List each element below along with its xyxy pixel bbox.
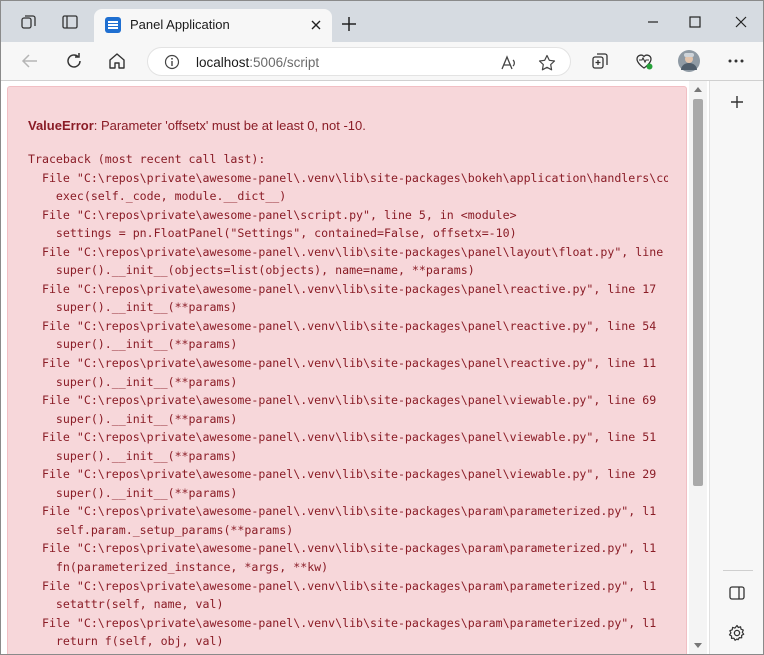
close-icon[interactable] [308,17,324,33]
traceback: Traceback (most recent call last): File … [28,150,668,654]
add-icon[interactable] [727,92,747,112]
traceback-line: File "C:\repos\private\awesome-panel\.ve… [28,651,668,654]
navigation-bar: localhost:5006/script [1,42,763,81]
traceback-line: settings = pn.FloatPanel("Settings", con… [28,226,517,241]
read-aloud-icon[interactable] [498,53,518,73]
traceback-line: File "C:\repos\private\awesome-panel\.ve… [28,318,657,333]
edge-sidebar [709,81,763,654]
traceback-line: Traceback (most recent call last): [28,152,266,166]
traceback-line: File "C:\repos\private\awesome-panel\.ve… [28,393,657,408]
traceback-line: super().__init__(**params) [28,485,238,500]
tab-bar: Panel Application [1,1,763,42]
traceback-line: File "C:\repos\private\awesome-panel\.ve… [28,541,657,556]
traceback-line: return f(self, obj, val) [28,634,224,649]
error-type: ValueError [28,118,94,133]
tab-actions-icon[interactable] [59,11,81,33]
traceback-line: File "C:\repos\private\awesome-panel\.ve… [28,356,657,371]
traceback-line: File "C:\repos\private\awesome-panel\.ve… [41,170,668,185]
traceback-line: super().__init__(objects=list(objects), … [28,263,475,278]
traceback-line: File "C:\repos\private\awesome-panel\.ve… [28,615,657,630]
traceback-line: exec(self._code, module.__dict__) [28,189,287,204]
traceback-line: File "C:\repos\private\awesome-panel\.ve… [28,578,657,593]
traceback-line: super().__init__(**params) [28,337,238,352]
browser-essentials-icon[interactable] [633,50,655,72]
error-panel: ValueError: Parameter 'offsetx' must be … [7,86,687,654]
traceback-line: super().__init__(**params) [28,300,238,315]
scrollbar-thumb[interactable] [693,99,703,486]
collections-icon[interactable] [589,50,611,72]
traceback-line: File "C:\repos\private\awesome-panel\.ve… [28,467,657,482]
traceback-line: fn(parameterized_instance, *args, **kw) [28,560,329,575]
page-scrollbar[interactable] [689,81,707,654]
minimize-icon[interactable] [642,11,664,33]
sidebar-divider [723,570,753,571]
url-text: localhost:5006/script [196,55,319,70]
panel-favicon-icon [105,17,121,33]
scroll-up-arrow-icon[interactable] [694,87,702,92]
traceback-line: super().__init__(**params) [28,448,238,463]
traceback-line: super().__init__(**params) [28,374,238,389]
traceback-line: self.param._setup_params(**params) [28,522,294,537]
traceback-line: setattr(self, name, val) [28,597,224,612]
split-screen-icon[interactable] [727,583,747,603]
traceback-line: File "C:\repos\private\awesome-panel\.ve… [28,504,657,519]
traceback-line: File "C:\repos\private\awesome-panel\.ve… [28,430,657,445]
url-host: localhost [196,55,250,70]
profile-avatar[interactable] [678,50,700,72]
traceback-line: super().__init__(**params) [28,411,238,426]
home-icon[interactable] [106,50,128,72]
scroll-down-arrow-icon[interactable] [694,643,702,648]
traceback-line: File "C:\repos\private\awesome-panel\scr… [28,207,517,222]
traceback-line: File "C:\repos\private\awesome-panel\.ve… [28,281,657,296]
settings-gear-icon[interactable] [727,623,747,643]
back-icon[interactable] [19,50,41,72]
close-window-icon[interactable] [730,11,752,33]
more-menu-icon[interactable] [725,50,747,72]
refresh-icon[interactable] [63,50,85,72]
tab-title: Panel Application [130,17,230,32]
favorite-star-icon[interactable] [537,53,557,73]
error-header: ValueError: Parameter 'offsetx' must be … [28,118,366,133]
page-content: ValueError: Parameter 'offsetx' must be … [1,81,719,654]
browser-window: Panel Application localhost:5006/script … [0,0,764,655]
address-bar[interactable]: localhost:5006/script [147,47,571,76]
new-tab-button[interactable] [339,14,359,34]
info-icon[interactable] [164,54,180,70]
url-path: :5006/script [249,55,320,70]
error-message: : Parameter 'offsetx' must be at least 0… [93,118,366,133]
traceback-line: File "C:\repos\private\awesome-panel\.ve… [41,244,664,259]
tab-panel-application[interactable]: Panel Application [94,9,332,42]
workspaces-icon[interactable] [18,11,40,33]
maximize-icon[interactable] [684,11,706,33]
